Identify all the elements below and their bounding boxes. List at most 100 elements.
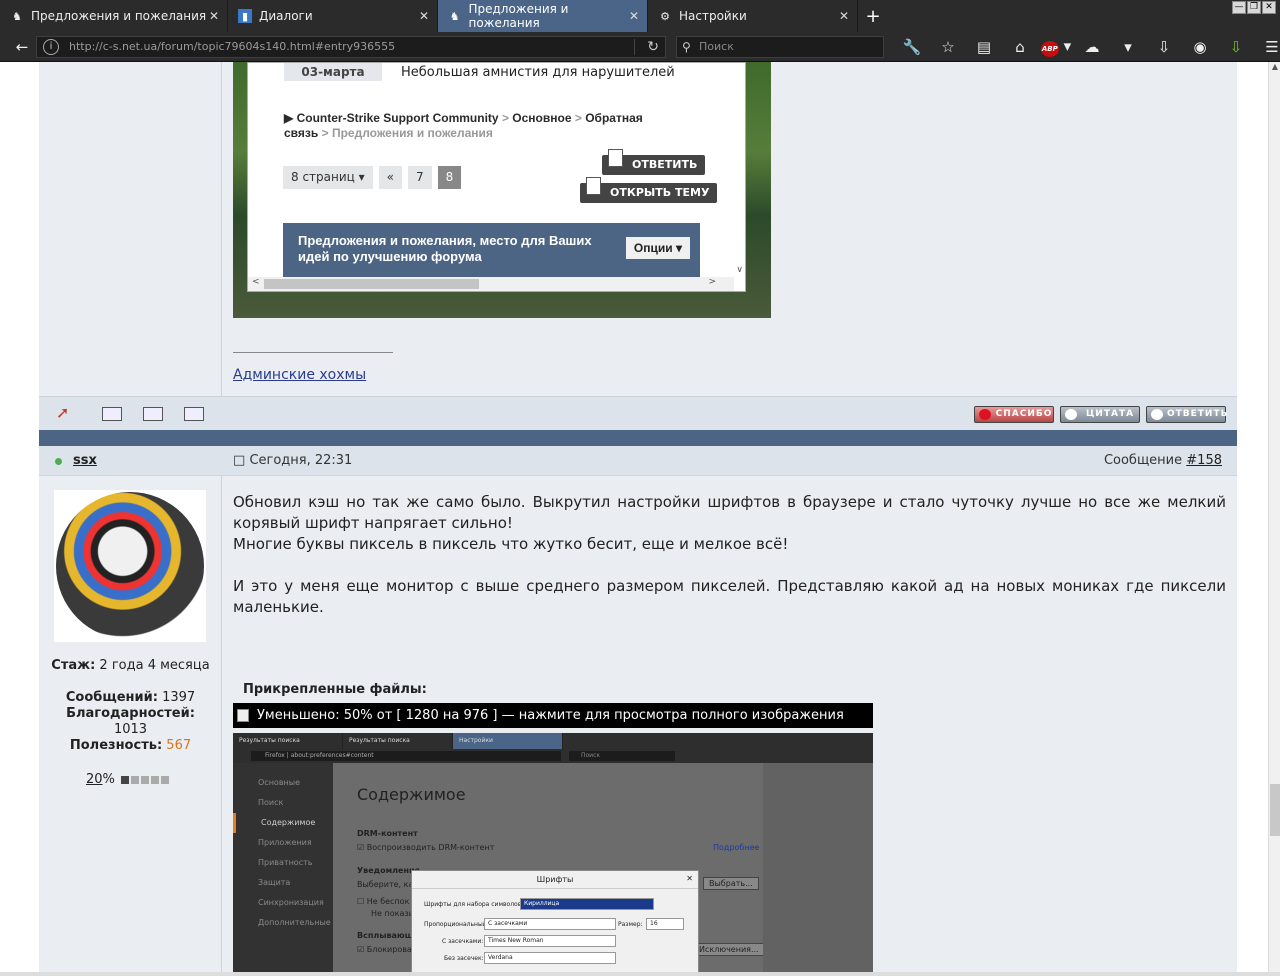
profile-card-icon[interactable] [143, 407, 163, 421]
thanks-button[interactable]: СПАСИБО [974, 406, 1054, 423]
posts-row: Сообщений: 1397 [65, 690, 196, 705]
download-green-icon[interactable]: ⇩ [1218, 38, 1254, 56]
image-icon [237, 709, 249, 722]
page-viewport: 03-марта Небольшая амнистия для нарушите… [0, 62, 1268, 972]
url-bar[interactable]: i http://c-s.net.ua/forum/topic79604s140… [36, 36, 666, 58]
wrench-icon[interactable]: 🔧 [894, 38, 930, 56]
forum-favicon-icon: ♞ [12, 9, 22, 23]
page-7: 7 [408, 166, 432, 189]
reader-icon[interactable]: ▤ [966, 38, 1002, 56]
quote-icon [1065, 409, 1077, 420]
post-header: ssx □ Сегодня, 22:31 Сообщение #158 [39, 446, 1237, 476]
minimize-icon[interactable]: — [1232, 1, 1246, 14]
post-number: Сообщение #158 [1103, 453, 1222, 468]
page-scrollbar[interactable]: ▲ [1268, 62, 1280, 972]
preview-tabs: Результаты поиска Результаты поиска Наст… [233, 733, 873, 749]
warn-percent-link[interactable]: 20 [86, 772, 103, 787]
cloud-icon[interactable]: ☁ [1074, 38, 1110, 56]
star-icon[interactable]: ☆ [930, 38, 966, 56]
chevron-left-icon: < [252, 277, 260, 287]
quote-button[interactable]: ЦИТАТА [1060, 406, 1140, 423]
thanks-label: Благодарностей: [66, 706, 195, 721]
post-author-column: Стаж: 2 года 4 месяца Сообщений: 1397 Бл… [39, 476, 222, 972]
warn-box [160, 775, 169, 784]
forum-desc: Предложения и пожелания, место для Ваших… [298, 233, 592, 264]
report-icon[interactable] [102, 407, 122, 421]
avatar[interactable] [54, 490, 206, 642]
open-topic-button-image: ОТКРЫТЬ ТЕМУ [580, 177, 718, 203]
menu-dropdown-icon[interactable]: ▾ [1110, 38, 1146, 56]
search-icon: ⚲ [682, 40, 691, 54]
thanks-value: 1013 [113, 722, 148, 737]
tab-2[interactable]: ♞ Предложения и пожелания ✕ [438, 0, 648, 32]
separator [634, 39, 635, 55]
post-action-bar: ➚ СПАСИБО ЦИТАТА ОТВЕТИТЬ [39, 396, 1237, 430]
document-icon [586, 177, 601, 195]
close-window-icon[interactable]: ✕ [1262, 1, 1276, 14]
user-stats: Стаж: 2 года 4 месяца Сообщений: 1397 Бл… [39, 658, 222, 754]
close-icon[interactable]: ✕ [629, 9, 639, 23]
home-icon[interactable]: ⌂ [1002, 38, 1038, 56]
breadcrumb-sep: > [321, 126, 329, 140]
breadcrumb-sep: > [501, 111, 509, 125]
heart-icon [979, 409, 991, 420]
tab-title: Предложения и пожелания [31, 9, 207, 23]
reply-button-image: ОТВЕТИТЬ [602, 149, 706, 175]
mail-icon[interactable] [184, 407, 204, 421]
warn-box [130, 775, 139, 784]
back-arrow-icon[interactable]: ← [10, 38, 34, 56]
reply-icon [1151, 409, 1163, 420]
username-link[interactable]: ssx [73, 453, 97, 468]
adblock-icon[interactable]: ABP ▾ [1038, 37, 1074, 57]
reload-icon[interactable]: ↻ [647, 37, 659, 57]
usefulness-row: Полезность: 567 [69, 738, 192, 753]
info-icon[interactable]: i [43, 39, 59, 55]
post-body: Обновил кэш но так же само было. Выкрути… [233, 492, 1226, 618]
embedded-forum-frame: 03-марта Небольшая амнистия для нарушите… [247, 62, 746, 292]
attachment-resize-bar[interactable]: Уменьшено: 50% от [ 1280 на 976 ] — нажм… [233, 703, 873, 728]
forum-page: 03-марта Небольшая амнистия для нарушите… [39, 62, 1237, 972]
up-arrow-icon[interactable]: ➚ [56, 405, 78, 421]
signature-divider [233, 352, 393, 353]
mask-icon[interactable]: ◉ [1182, 38, 1218, 56]
restore-icon[interactable]: ❐ [1247, 1, 1261, 14]
forum-favicon-icon: ♞ [449, 9, 460, 23]
tab-1[interactable]: ▮ Диалоги ✕ [228, 0, 438, 32]
search-input[interactable]: ⚲ Поиск [676, 36, 884, 58]
pages-dropdown: 8 страниц ▾ [283, 166, 373, 189]
tab-3[interactable]: ⚙ Настройки ✕ [648, 0, 858, 32]
post-time: □ Сегодня, 22:31 [233, 453, 353, 468]
breadcrumb-item: Основное [512, 111, 572, 125]
preview-fonts-dialog: Шрифты ✕ Шрифты для набора символов: Кир… [411, 870, 699, 972]
warning-level: 20% [86, 772, 169, 787]
download-icon[interactable]: ⇩ [1146, 38, 1182, 56]
warn-box [120, 775, 129, 784]
chevron-up-icon[interactable]: ▲ [1269, 62, 1280, 74]
prev-post-image[interactable]: 03-марта Небольшая амнистия для нарушите… [233, 62, 771, 318]
tenure-row: Стаж: 2 года 4 месяца [51, 658, 210, 673]
signature-link[interactable]: Админские хохмы [233, 367, 366, 383]
prev-post-author-column [39, 62, 222, 396]
close-icon: ✕ [686, 874, 693, 883]
post-paragraph: Многие буквы пиксель в пиксель что жутко… [233, 535, 789, 553]
tab-title: Настройки [679, 9, 747, 23]
forum-desc-bar: Предложения и пожелания, место для Ваших… [283, 223, 700, 277]
options-button-image: Опции ▾ [625, 237, 690, 259]
nav-bar: ← i http://c-s.net.ua/forum/topic79604s1… [0, 32, 1280, 62]
post-divider [39, 430, 1237, 446]
new-tab-button[interactable]: + [858, 0, 888, 32]
post-number-link[interactable]: #158 [1186, 453, 1222, 468]
url-text: http://c-s.net.ua/forum/topic79604s140.h… [69, 40, 396, 53]
close-icon[interactable]: ✕ [419, 9, 429, 23]
tab-0[interactable]: ♞ Предложения и пожелания ✕ [0, 0, 228, 32]
breadcrumb-sep: > [574, 111, 582, 125]
attachment-thumbnail[interactable]: Результаты поиска Результаты поиска Наст… [233, 733, 873, 972]
news-title: Небольшая амнистия для нарушителей [401, 65, 675, 80]
chevron-down-icon: ∨ [736, 265, 743, 275]
hamburger-icon[interactable]: ☰ [1254, 38, 1280, 56]
toolbar-icons: 🔧 ☆ ▤ ⌂ ABP ▾ ☁ ▾ ⇩ ◉ ⇩ ☰ [894, 32, 1280, 62]
scroll-thumb[interactable] [1270, 784, 1280, 836]
reply-button[interactable]: ОТВЕТИТЬ [1146, 406, 1227, 423]
close-icon[interactable]: ✕ [209, 9, 219, 23]
close-icon[interactable]: ✕ [839, 9, 849, 23]
